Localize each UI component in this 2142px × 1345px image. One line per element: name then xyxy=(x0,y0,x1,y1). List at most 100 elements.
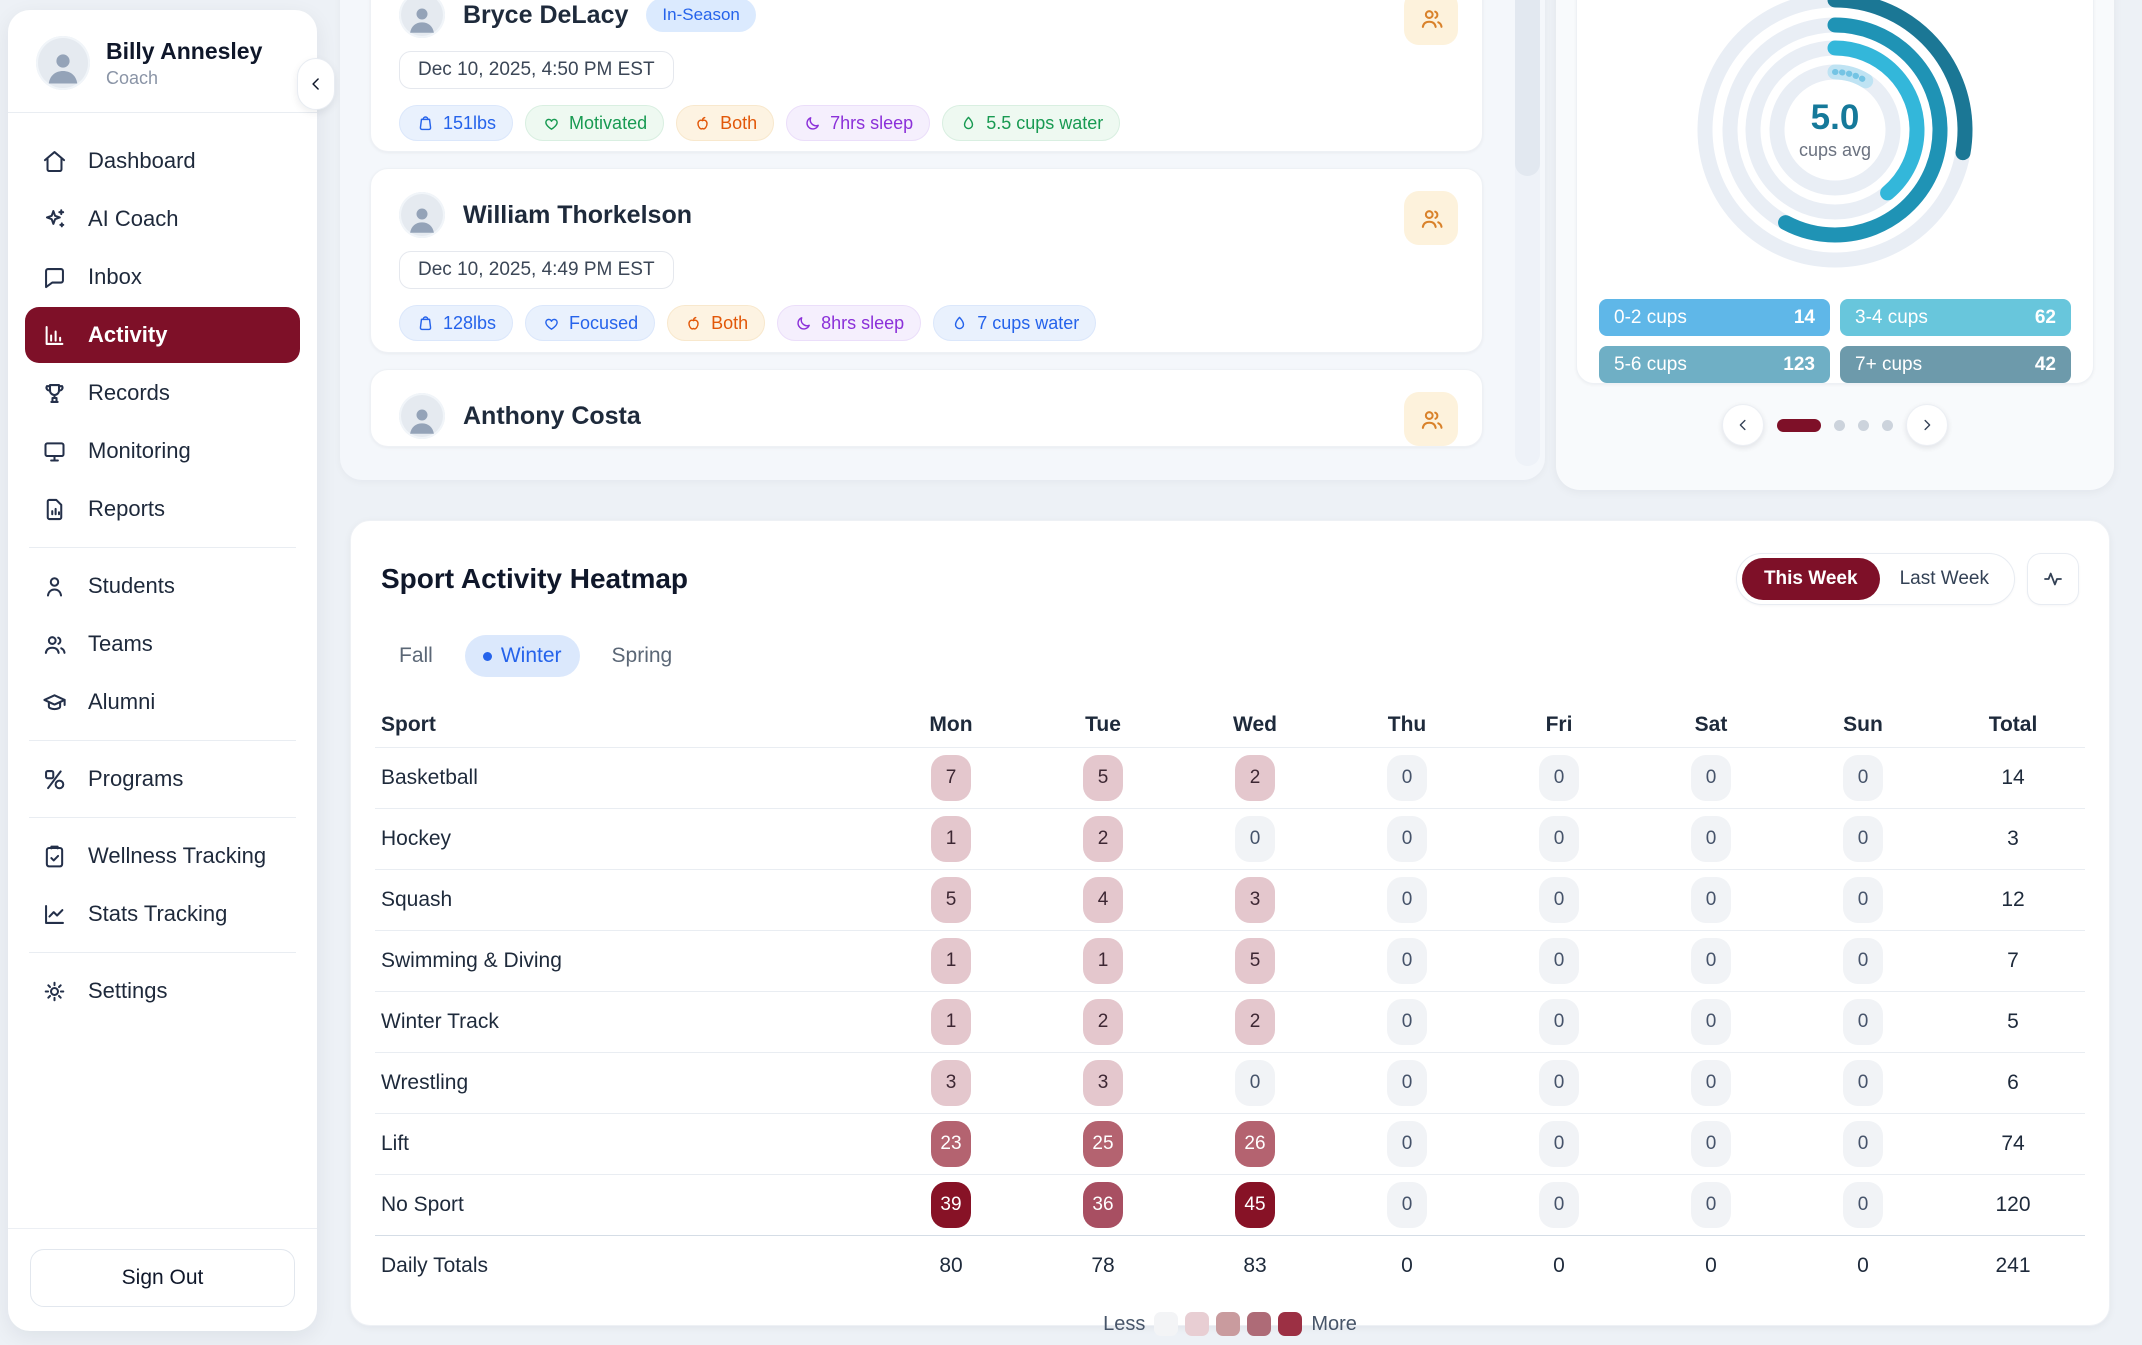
this-week-button[interactable]: This Week xyxy=(1742,558,1880,600)
hydration-bucket-chip: 7+ cups42 xyxy=(1840,346,2071,383)
row-total: 6 xyxy=(1939,1071,2087,1095)
heatmap-cell[interactable]: 0 xyxy=(1387,877,1427,923)
sidebar-item-monitoring[interactable]: Monitoring xyxy=(25,423,300,479)
heatmap-cell[interactable]: 0 xyxy=(1387,1121,1427,1167)
heatmap-cell[interactable]: 5 xyxy=(1083,755,1123,801)
heatmap-cell[interactable]: 0 xyxy=(1691,938,1731,984)
heatmap-cell[interactable]: 0 xyxy=(1539,816,1579,862)
heatmap-cell[interactable]: 5 xyxy=(931,877,971,923)
carousel-prev-button[interactable] xyxy=(1722,404,1764,446)
heatmap-cell[interactable]: 3 xyxy=(931,1060,971,1106)
carousel-active-indicator[interactable] xyxy=(1777,419,1821,432)
sidebar: Billy Annesley Coach DashboardAI CoachIn… xyxy=(8,10,317,1331)
sidebar-item-records[interactable]: Records xyxy=(25,365,300,421)
heatmap-cell[interactable]: 23 xyxy=(931,1121,971,1167)
heatmap-cell[interactable]: 0 xyxy=(1843,1121,1883,1167)
heatmap-cell[interactable]: 0 xyxy=(1691,999,1731,1045)
activity-card[interactable]: Bryce DeLacyIn-SeasonDec 10, 2025, 4:50 … xyxy=(370,0,1483,152)
heatmap-cell[interactable]: 0 xyxy=(1691,877,1731,923)
heatmap-cell[interactable]: 0 xyxy=(1691,1121,1731,1167)
sidebar-item-programs[interactable]: Programs xyxy=(25,751,300,807)
carousel-dot[interactable] xyxy=(1858,420,1869,431)
sidebar-item-students[interactable]: Students xyxy=(25,558,300,614)
heatmap-cell[interactable]: 0 xyxy=(1387,816,1427,862)
heatmap-cell[interactable]: 0 xyxy=(1691,755,1731,801)
heatmap-cell[interactable]: 2 xyxy=(1235,755,1275,801)
sidebar-item-alumni[interactable]: Alumni xyxy=(25,674,300,730)
heatmap-cell[interactable]: 0 xyxy=(1843,999,1883,1045)
athlete-group-button[interactable] xyxy=(1404,191,1458,245)
heatmap-cell[interactable]: 0 xyxy=(1387,938,1427,984)
sidebar-item-inbox[interactable]: Inbox xyxy=(25,249,300,305)
season-tab-spring[interactable]: Spring xyxy=(594,635,691,677)
heatmap-cell[interactable]: 0 xyxy=(1235,1060,1275,1106)
heatmap-cell[interactable]: 0 xyxy=(1539,877,1579,923)
heatmap-cell[interactable]: 1 xyxy=(931,938,971,984)
activity-card[interactable]: Anthony Costa xyxy=(370,369,1483,447)
bucket-label: 0-2 cups xyxy=(1614,307,1687,329)
heatmap-cell[interactable]: 0 xyxy=(1843,877,1883,923)
heatmap-cell[interactable]: 0 xyxy=(1843,816,1883,862)
season-tab-fall[interactable]: Fall xyxy=(381,635,451,677)
heatmap-cell[interactable]: 2 xyxy=(1083,999,1123,1045)
column-header: Total xyxy=(1939,713,2087,737)
heatmap-cell[interactable]: 7 xyxy=(931,755,971,801)
heatmap-cell[interactable]: 0 xyxy=(1691,816,1731,862)
feed-scrollbar-thumb[interactable] xyxy=(1515,0,1540,176)
last-week-button[interactable]: Last Week xyxy=(1880,568,2009,590)
heatmap-cell[interactable]: 25 xyxy=(1083,1121,1123,1167)
sidebar-item-dashboard[interactable]: Dashboard xyxy=(25,133,300,189)
heatmap-cell[interactable]: 4 xyxy=(1083,877,1123,923)
season-tab-winter[interactable]: Winter xyxy=(465,635,580,677)
heatmap-cell[interactable]: 3 xyxy=(1083,1060,1123,1106)
sidebar-item-activity[interactable]: Activity xyxy=(25,307,300,363)
carousel-dot[interactable] xyxy=(1834,420,1845,431)
athlete-group-button[interactable] xyxy=(1404,0,1458,45)
heatmap-cell[interactable]: 0 xyxy=(1691,1060,1731,1106)
heatmap-cell[interactable]: 0 xyxy=(1387,999,1427,1045)
heatmap-cell[interactable]: 45 xyxy=(1235,1182,1275,1228)
heatmap-cell[interactable]: 0 xyxy=(1539,938,1579,984)
sign-out-button[interactable]: Sign Out xyxy=(30,1249,295,1307)
heatmap-cell[interactable]: 39 xyxy=(931,1182,971,1228)
heatmap-cell[interactable]: 0 xyxy=(1843,1182,1883,1228)
heatmap-cell[interactable]: 26 xyxy=(1235,1121,1275,1167)
carousel-next-button[interactable] xyxy=(1906,404,1948,446)
sidebar-item-reports[interactable]: Reports xyxy=(25,481,300,537)
heatmap-cell[interactable]: 3 xyxy=(1235,877,1275,923)
heatmap-cell[interactable]: 0 xyxy=(1539,1182,1579,1228)
heatmap-cell[interactable]: 1 xyxy=(1083,938,1123,984)
athlete-group-button[interactable] xyxy=(1404,392,1458,446)
heatmap-cell[interactable]: 2 xyxy=(1083,816,1123,862)
heatmap-cell[interactable]: 0 xyxy=(1235,816,1275,862)
sidebar-collapse-button[interactable] xyxy=(297,58,335,110)
heatmap-cell[interactable]: 0 xyxy=(1539,1121,1579,1167)
chart-view-toggle-button[interactable] xyxy=(2027,553,2079,605)
heatmap-cell[interactable]: 0 xyxy=(1843,938,1883,984)
sidebar-item-settings[interactable]: Settings xyxy=(25,963,300,1019)
heatmap-cell[interactable]: 1 xyxy=(931,999,971,1045)
heatmap-cell[interactable]: 0 xyxy=(1691,1182,1731,1228)
metric-tag-moon: 7hrs sleep xyxy=(786,105,930,141)
heatmap-cell[interactable]: 0 xyxy=(1539,1060,1579,1106)
sidebar-item-wellness-tracking[interactable]: Wellness Tracking xyxy=(25,828,300,884)
feed-scrollbar[interactable] xyxy=(1515,0,1540,466)
heatmap-cell[interactable]: 5 xyxy=(1235,938,1275,984)
heatmap-cell[interactable]: 36 xyxy=(1083,1182,1123,1228)
heatmap-cell[interactable]: 2 xyxy=(1235,999,1275,1045)
heatmap-cell[interactable]: 0 xyxy=(1843,1060,1883,1106)
heatmap-cell[interactable]: 0 xyxy=(1387,1182,1427,1228)
heatmap-cell[interactable]: 0 xyxy=(1387,755,1427,801)
heatmap-cell[interactable]: 0 xyxy=(1387,1060,1427,1106)
heatmap-cell[interactable]: 0 xyxy=(1539,999,1579,1045)
metric-tag-weight: 128lbs xyxy=(399,305,513,341)
heatmap-row: Winter Track12200005 xyxy=(375,991,2085,1052)
heatmap-cell[interactable]: 0 xyxy=(1539,755,1579,801)
sidebar-item-teams[interactable]: Teams xyxy=(25,616,300,672)
sidebar-item-ai-coach[interactable]: AI Coach xyxy=(25,191,300,247)
heatmap-cell[interactable]: 0 xyxy=(1843,755,1883,801)
sidebar-item-stats-tracking[interactable]: Stats Tracking xyxy=(25,886,300,942)
activity-card[interactable]: William ThorkelsonDec 10, 2025, 4:49 PM … xyxy=(370,168,1483,353)
heatmap-cell[interactable]: 1 xyxy=(931,816,971,862)
carousel-dot[interactable] xyxy=(1882,420,1893,431)
